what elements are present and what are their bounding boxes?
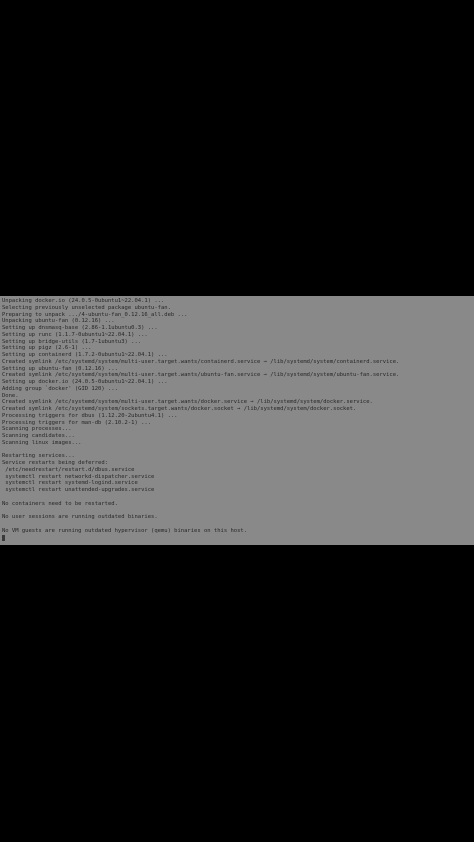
terminal-line: /etc/needrestart/restart.d/dbus.service: [2, 466, 135, 473]
terminal-line: Service restarts being deferred:: [2, 460, 108, 466]
terminal-output[interactable]: Unpacking docker.io (24.0.5-0ubuntu1~22.…: [0, 296, 474, 545]
terminal-cursor: [2, 534, 5, 541]
terminal-line: Unpacking docker.io (24.0.5-0ubuntu1~22.…: [2, 298, 165, 304]
terminal-line: Processing triggers for dbus (1.12.20-2u…: [2, 412, 178, 419]
terminal-line: Setting up runc (1.1.7-0ubuntu1~22.04.1)…: [2, 331, 148, 338]
terminal-line: Created symlink /etc/systemd/system/mult…: [2, 372, 400, 379]
terminal-prompt-line[interactable]: [2, 534, 474, 541]
terminal-line: No containers need to be restarted.: [2, 500, 118, 507]
terminal-line: Adding group `docker' (GID 120) ...: [2, 385, 118, 392]
terminal-line: Processing triggers for man-db (2.10.2-1…: [2, 419, 152, 426]
terminal-line: Selecting previously unselected package …: [2, 304, 171, 311]
terminal-line: Scanning candidates...: [2, 433, 75, 439]
terminal-line: Unpacking ubuntu-fan (0.12.16) ...: [2, 318, 115, 325]
terminal-line: systemctl restart networkd-dispatcher.se…: [2, 473, 155, 480]
phone-screen: Unpacking docker.io (24.0.5-0ubuntu1~22.…: [0, 0, 474, 842]
terminal-line: Setting up docker.io (24.0.5-0ubuntu1~22…: [2, 379, 168, 385]
terminal-line: Setting up dnsmasq-base (2.86-1.1ubuntu0…: [2, 325, 158, 331]
terminal-line: Restarting services...: [2, 453, 75, 460]
terminal-line: Setting up containerd (1.7.2-0ubuntu1~22…: [2, 352, 168, 358]
terminal-line: Preparing to unpack .../4-ubuntu-fan_0.1…: [2, 311, 188, 318]
terminal-line: No VM guests are running outdated hyperv…: [2, 527, 248, 534]
terminal-line: No user sessions are running outdated bi…: [2, 514, 158, 520]
terminal-line: Scanning linux images...: [2, 439, 82, 446]
terminal-line: Created symlink /etc/systemd/system/mult…: [2, 358, 400, 365]
terminal-line: systemctl restart systemd-logind.service: [2, 480, 138, 487]
terminal-line: systemctl restart unattended-upgrades.se…: [2, 487, 155, 493]
terminal-line: Created symlink /etc/systemd/system/mult…: [2, 399, 373, 406]
terminal-line: Setting up ubuntu-fan (0.12.16) ...: [2, 365, 118, 372]
terminal-line: Setting up pigz (2.6-1) ...: [2, 345, 92, 352]
terminal-line: Setting up bridge-utils (1.7-1ubuntu3) .…: [2, 338, 142, 345]
terminal-line: Done.: [2, 392, 19, 399]
terminal-line: Scanning processes...: [2, 426, 72, 433]
terminal-line: Created symlink /etc/systemd/system/sock…: [2, 406, 357, 412]
